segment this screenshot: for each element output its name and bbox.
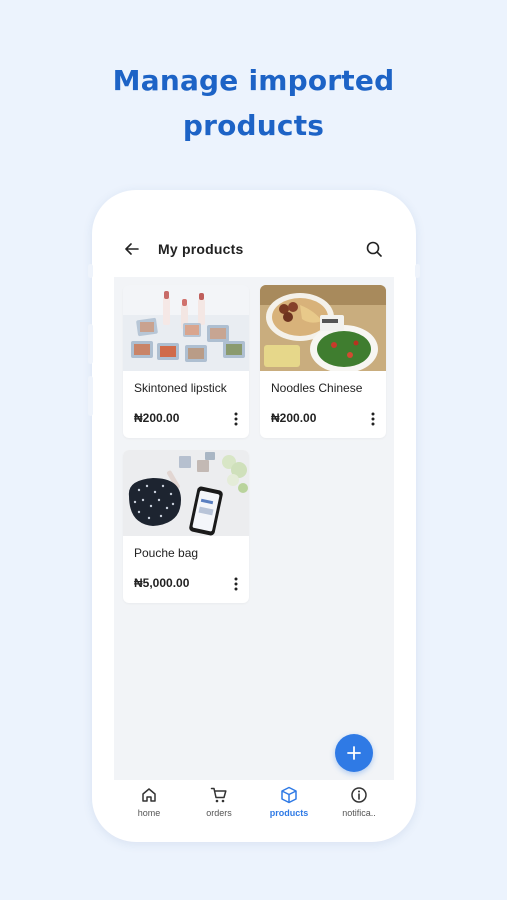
products-grid: Skintoned lipstick ₦200.00 Noodles Chine… <box>114 277 394 780</box>
nav-label: orders <box>206 808 232 818</box>
box-icon <box>281 786 297 804</box>
phone-frame: My products Skintoned lipstick ₦200.00 N… <box>88 190 420 842</box>
bottom-navigation: home orders products notifica.. <box>114 780 394 824</box>
product-price: ₦200.00 <box>271 411 317 425</box>
product-name: Pouche bag <box>134 546 199 560</box>
add-product-button[interactable] <box>335 734 373 772</box>
plus-icon <box>347 746 361 760</box>
promo-headline: Manage imported products <box>0 58 507 148</box>
phone-side-button <box>415 264 420 278</box>
nav-item-notifications[interactable]: notifica.. <box>324 780 394 824</box>
headline-line-2: products <box>182 109 325 142</box>
nav-item-home[interactable]: home <box>114 780 184 824</box>
nav-item-orders[interactable]: orders <box>184 780 254 824</box>
home-icon <box>142 788 156 802</box>
product-name: Skintoned lipstick <box>134 381 227 395</box>
search-icon[interactable] <box>364 239 384 259</box>
page-title: My products <box>158 241 244 257</box>
product-price: ₦5,000.00 <box>134 576 190 590</box>
nav-label: home <box>137 808 161 818</box>
nav-item-products[interactable]: products <box>254 780 324 824</box>
nav-label: products <box>269 808 309 818</box>
product-image <box>123 450 249 536</box>
product-name: Noodles Chinese <box>271 381 363 395</box>
more-vertical-icon[interactable] <box>369 411 377 427</box>
nav-label: notifica.. <box>342 808 376 818</box>
arrow-left-icon[interactable] <box>122 239 142 259</box>
phone-side-button <box>88 324 93 364</box>
product-price: ₦200.00 <box>134 411 180 425</box>
product-image <box>123 285 249 371</box>
more-vertical-icon[interactable] <box>232 411 240 427</box>
product-image <box>260 285 386 371</box>
more-vertical-icon[interactable] <box>232 576 240 592</box>
headline-line-1: Manage imported <box>112 64 395 97</box>
product-card[interactable]: Pouche bag ₦5,000.00 <box>123 450 249 603</box>
product-card[interactable]: Noodles Chinese ₦200.00 <box>260 285 386 438</box>
cart-icon <box>210 787 227 803</box>
product-card[interactable]: Skintoned lipstick ₦200.00 <box>123 285 249 438</box>
phone-side-button <box>88 376 93 416</box>
info-icon <box>351 787 367 803</box>
phone-side-button <box>88 264 93 278</box>
app-bar: My products <box>114 230 394 268</box>
